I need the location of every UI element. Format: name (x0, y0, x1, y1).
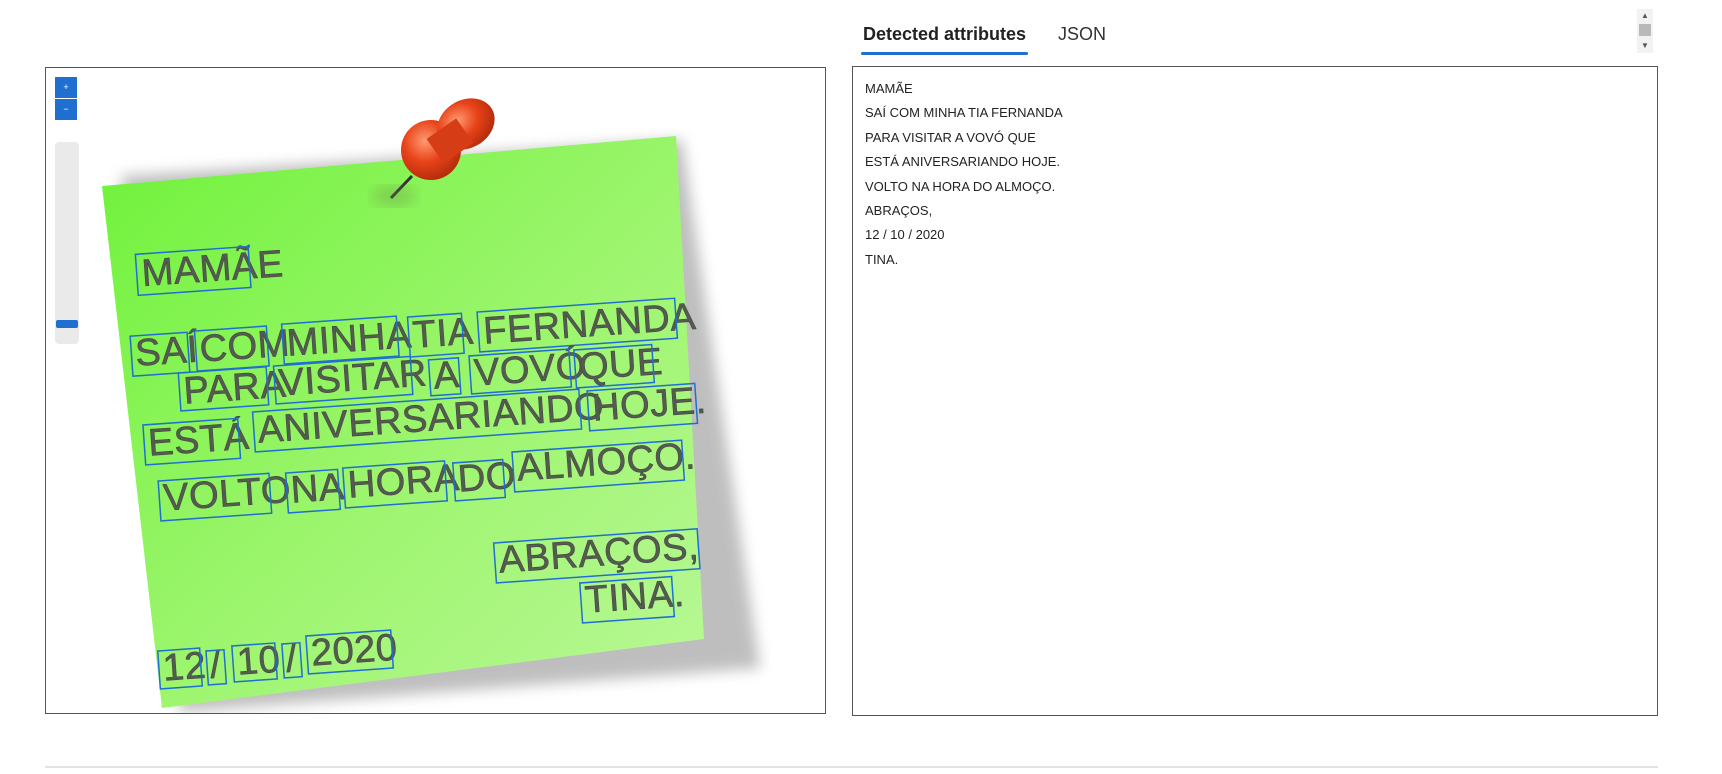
result-line: ESTÁ ANIVERSARIANDO HOJE. (865, 154, 1061, 170)
tab-json[interactable]: JSON (1056, 14, 1108, 54)
result-line: MAMÃE (865, 81, 913, 96)
ocr-word: PARA (177, 363, 288, 413)
ocr-word: NA (284, 466, 346, 514)
svg-text:2020: 2020 (310, 627, 399, 675)
svg-text:TIA: TIA (411, 311, 475, 357)
result-line: VOLTO NA HORA DO ALMOÇO. (865, 178, 1056, 194)
zoom-slider[interactable] (55, 142, 79, 344)
result-line: PARA VISITAR A VOVÓ QUE (865, 129, 1036, 145)
sticky-note-image: MAMÃE SAÍ COM MINHA TIA FERNANDA PARA VI… (102, 98, 760, 712)
ocr-word: VOLTO (157, 469, 293, 522)
image-viewer[interactable]: MAMÃE SAÍ COM MINHA TIA FERNANDA PARA VI… (45, 67, 826, 714)
svg-text:TINA.: TINA. (584, 573, 686, 622)
scroll-down-icon[interactable]: ▼ (1637, 41, 1653, 51)
result-tabs: Detected attributes JSON (861, 14, 1108, 55)
ocr-word: 2020 (305, 626, 399, 675)
detected-text-panel: MAMÃE SAÍ COM MINHA TIA FERNANDA PARA VI… (852, 66, 1658, 716)
result-line: 12 / 10 / 2020 (865, 227, 945, 243)
ocr-word: QUE (573, 341, 665, 389)
ocr-word: 12 (156, 644, 208, 690)
scroll-up-icon[interactable]: ▲ (1637, 11, 1653, 21)
tab-detected-attributes[interactable]: Detected attributes (861, 14, 1029, 55)
result-line: TINA. (865, 251, 899, 267)
tab-scrollbar[interactable]: ▲ ▼ (1637, 9, 1653, 53)
result-line: ABRAÇOS, (865, 203, 933, 219)
ocr-word: ESTÁ (142, 414, 251, 466)
ocr-word: 10 (231, 638, 282, 684)
ocr-word: TIA (406, 310, 475, 358)
ocr-word: HOJE. (586, 379, 708, 432)
ocr-word: DO (451, 454, 518, 502)
scrollbar-thumb[interactable] (1639, 24, 1651, 36)
ocr-word: TINA. (578, 572, 686, 624)
divider (45, 766, 1658, 768)
svg-text:ESTÁ: ESTÁ (147, 415, 251, 465)
svg-text:A: A (432, 354, 461, 398)
zoom-slider-thumb[interactable] (56, 320, 78, 328)
ocr-word: SAÍ (129, 327, 200, 377)
result-line: SAÍ COM MINHA TIA FERNANDA (865, 105, 1063, 121)
zoom-out-button[interactable]: − (55, 99, 77, 120)
zoom-in-button[interactable]: + (55, 77, 77, 98)
zoom-controls: + − (55, 77, 77, 121)
